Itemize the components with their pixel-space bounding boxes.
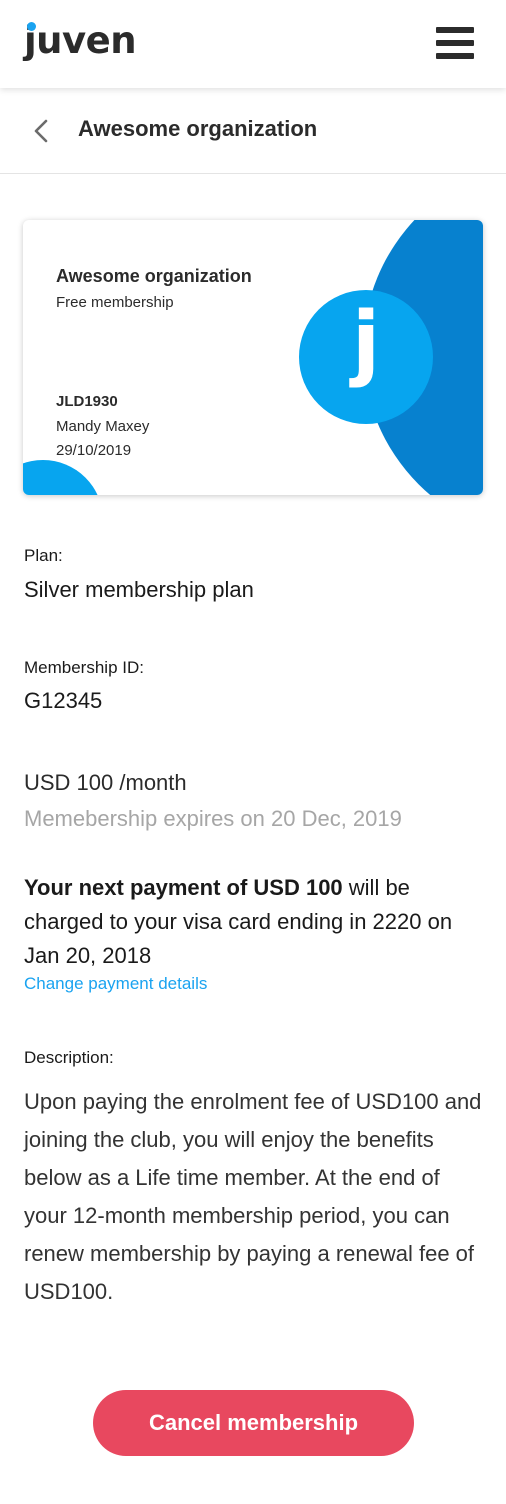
change-payment-link[interactable]: Change payment details [24, 974, 207, 994]
top-bar: juven [0, 0, 506, 88]
price: USD 100 /month [24, 770, 187, 795]
logo-dot [27, 22, 36, 31]
expiry-text: Memebership expires on 20 Dec, 2019 [24, 806, 402, 831]
membership-id-label: Membership ID: [24, 658, 144, 677]
chevron-left-icon[interactable] [30, 118, 54, 144]
description-text: Upon paying the enrolment fee of USD100 … [24, 1089, 482, 1304]
plan-value: Silver membership plan [24, 577, 254, 602]
card-membership-type: Free membership [56, 294, 174, 311]
cancel-membership-button[interactable]: Cancel membership [93, 1390, 414, 1456]
juven-logo[interactable]: juven [24, 22, 137, 59]
card-logo-letter: j [351, 295, 381, 390]
card-member-name: Mandy Maxey [56, 418, 150, 435]
plan-label: Plan: [24, 546, 63, 565]
page-header: Awesome organization [0, 88, 506, 174]
card-organization: Awesome organization [56, 266, 252, 286]
description-label: Description: [24, 1048, 114, 1067]
card-date: 29/10/2019 [56, 442, 132, 459]
hamburger-menu-icon[interactable] [436, 27, 474, 61]
page-title: Awesome organization [78, 116, 318, 141]
card-corner-circle [23, 460, 103, 495]
membership-card[interactable]: j Awesome organization Free membership J… [23, 220, 483, 495]
next-payment-bold: Your next payment of USD 100 [24, 875, 343, 900]
membership-id-value: G12345 [24, 688, 103, 713]
next-payment-text: Your next payment of USD 100 will be cha… [24, 871, 484, 973]
card-code: JLD1930 [56, 393, 118, 410]
